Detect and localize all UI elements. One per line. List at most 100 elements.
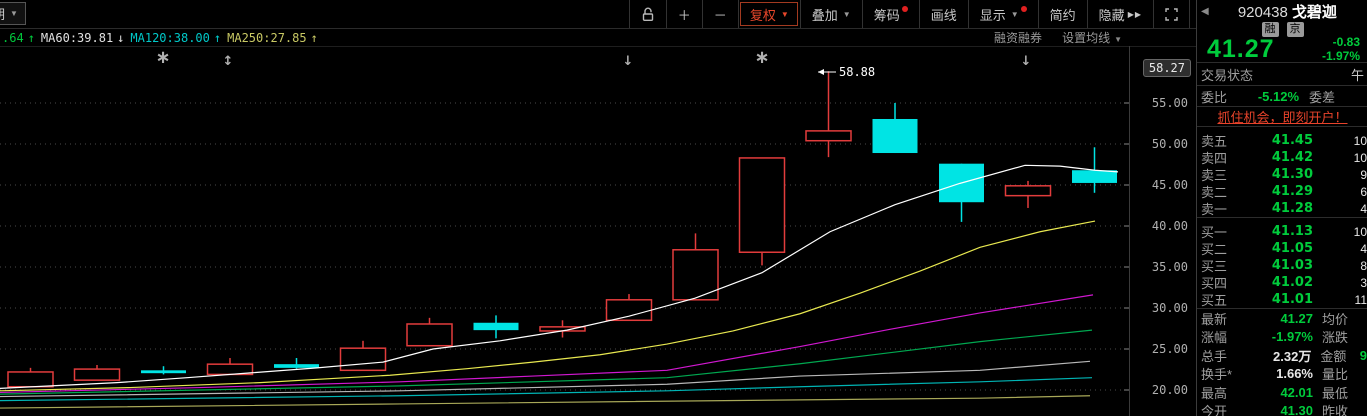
toolbar-button-group: ＋－复权▼叠加▼筹码画线显示▼简约隐藏▶▶ (629, 0, 1190, 28)
candle-body-up (740, 158, 785, 252)
info-row: 换手*1.66%量比 (1197, 365, 1367, 384)
ask-price: 41.30 (1233, 167, 1313, 182)
high-annotation-arrowhead (818, 69, 824, 75)
candle-body-up (1006, 186, 1051, 196)
bid-price: 41.05 (1233, 241, 1313, 256)
chevron-down-icon: ▼ (1114, 35, 1122, 44)
price-change: -0.83 -1.97% (1322, 36, 1360, 64)
open-account-ad-link[interactable]: 抓住机会，即刻开户！ (1197, 107, 1367, 126)
bid-volume: 10 (1354, 225, 1367, 239)
ma-yellow-line (0, 221, 1095, 391)
trade-status-label: 交易状态 (1201, 65, 1253, 84)
event-star: ∗ (155, 47, 170, 68)
toolbar-button-label: 复权 (750, 5, 776, 24)
info-row: 总手2.32万金额9 (1197, 346, 1367, 365)
double-right-arrow-icon: ▶▶ (1128, 10, 1142, 19)
bid-row[interactable]: 买二41.054 (1197, 240, 1367, 257)
info-value-left: 2.32万 (1238, 346, 1311, 365)
candle-body-up (341, 348, 386, 370)
weibi-value: -5.12% (1227, 89, 1299, 104)
toolbar-zoom-out-button[interactable]: － (702, 0, 738, 28)
ma-legend-item: .64↑ (2, 31, 35, 45)
ask-volume: 9 (1360, 168, 1367, 182)
ask-price: 41.42 (1233, 150, 1313, 165)
toolbar-button-label: ＋ (678, 5, 691, 24)
event-down-arrow: ↓ (1021, 54, 1032, 69)
info-row: 最新41.27均价 (1197, 309, 1367, 328)
candle-body-down (873, 119, 918, 153)
chevron-down-icon: ▼ (10, 9, 18, 18)
toolbar-button-label: 画线 (931, 5, 957, 24)
bid-volume: 8 (1360, 259, 1367, 273)
toolbar-button-label: － (714, 5, 727, 24)
bid-volume: 3 (1360, 276, 1367, 290)
ma-bar-links: 融资融券 设置均线▼ (994, 29, 1122, 46)
info-label-left: 最新 (1201, 309, 1239, 328)
ask-volume: 4 (1360, 202, 1367, 216)
bid-row[interactable]: 买一41.1310 (1197, 223, 1367, 240)
ask-row[interactable]: 卖四41.4210 (1197, 149, 1367, 166)
ask-label: 卖一 (1201, 199, 1233, 218)
axis-high-price-label: 58.27 (1143, 59, 1191, 77)
ma-legend-item: MA120:38.00↑ (130, 31, 221, 45)
bid-row[interactable]: 买四41.023 (1197, 274, 1367, 291)
expand-icon (1165, 8, 1178, 21)
y-axis-label: 50.00 (1152, 137, 1188, 151)
event-star: ∗ (754, 47, 769, 68)
bid-price: 41.03 (1233, 258, 1313, 273)
bid-row[interactable]: 买三41.038 (1197, 257, 1367, 274)
toolbar-draw-line-button[interactable]: 画线 (919, 0, 968, 28)
ask-price: 41.29 (1233, 184, 1313, 199)
toolbar-simple-button[interactable]: 简约 (1038, 0, 1087, 28)
candle-body-up (806, 131, 851, 141)
collapse-panel-arrow-icon[interactable]: ◀ (1201, 6, 1209, 17)
candle-body-down (1072, 170, 1117, 183)
candlestick-chart-canvas[interactable]: ∗↕↓∗↓58.88 (0, 46, 1129, 416)
toolbar-overlay-button[interactable]: 叠加▼ (800, 0, 862, 28)
ma-legend-bar: .64↑MA60:39.81↓MA120:38.00↑MA250:27.85↑ … (0, 29, 1196, 47)
toolbar-fullscreen-button[interactable] (1153, 0, 1190, 28)
info-value-left: 41.27 (1239, 311, 1313, 326)
toolbar-hide-button[interactable]: 隐藏▶▶ (1087, 0, 1153, 28)
bid-price: 41.01 (1233, 292, 1313, 307)
period-dropdown[interactable]: 期 ▼ (0, 2, 26, 25)
candle-body-down (141, 370, 186, 373)
margin-trading-link[interactable]: 融资融券 (994, 29, 1042, 46)
last-price: 41.27 (1207, 35, 1275, 64)
info-label-right: 量比 (1322, 364, 1362, 383)
bid-label: 买五 (1201, 290, 1233, 309)
ask-row[interactable]: 卖五41.4510 (1197, 132, 1367, 149)
ma-settings-dropdown[interactable]: 设置均线▼ (1062, 29, 1122, 46)
quote-info-rows: 最新41.27均价涨幅-1.97%涨跌总手2.32万金额9换手*1.66%量比最… (1197, 309, 1367, 416)
bid-row[interactable]: 买五41.0111 (1197, 291, 1367, 308)
candle-body-up (75, 369, 120, 380)
kline-chart-svg: ∗↕↓∗↓58.88 (0, 46, 1129, 416)
ask-row[interactable]: 卖二41.296 (1197, 183, 1367, 200)
bid-book: 买一41.1310买二41.054买三41.038买四41.023买五41.01… (1197, 218, 1367, 308)
toolbar-zoom-in-button[interactable]: ＋ (666, 0, 702, 28)
info-label-right: 金额 (1320, 346, 1359, 365)
ask-row[interactable]: 卖三41.309 (1197, 166, 1367, 183)
price-axis: 58.27 55.0050.0045.0040.0035.0030.0025.0… (1129, 46, 1196, 416)
toolbar-display-button[interactable]: 显示▼ (968, 0, 1038, 28)
y-axis-label: 20.00 (1152, 383, 1188, 397)
ask-volume: 6 (1360, 185, 1367, 199)
ask-price: 41.45 (1233, 133, 1313, 148)
event-down-arrow: ↓ (623, 54, 634, 69)
trade-status-value: 午 (1351, 65, 1364, 84)
ask-row[interactable]: 卖一41.284 (1197, 200, 1367, 217)
toolbar-button-label: 简约 (1050, 5, 1076, 24)
info-row: 今开41.30昨收 (1197, 402, 1367, 416)
notification-dot (1021, 6, 1027, 12)
toolbar-lock-button[interactable] (629, 0, 666, 28)
candle-body-up (8, 372, 53, 387)
toolbar-chips-button[interactable]: 筹码 (862, 0, 919, 28)
toolbar-adjust-button[interactable]: 复权▼ (738, 0, 800, 28)
quote-header: ◀ 920438戈碧迦 (1197, 0, 1367, 22)
ma-legend-item: MA60:39.81↓ (41, 31, 124, 45)
toolbar-button-label: 隐藏 (1099, 5, 1125, 24)
candle-body-down (474, 323, 519, 330)
info-row: 最高42.01最低 (1197, 383, 1367, 402)
info-label-left: 最高 (1201, 383, 1239, 402)
ma-labels: .64↑MA60:39.81↓MA120:38.00↑MA250:27.85↑ (2, 31, 324, 45)
